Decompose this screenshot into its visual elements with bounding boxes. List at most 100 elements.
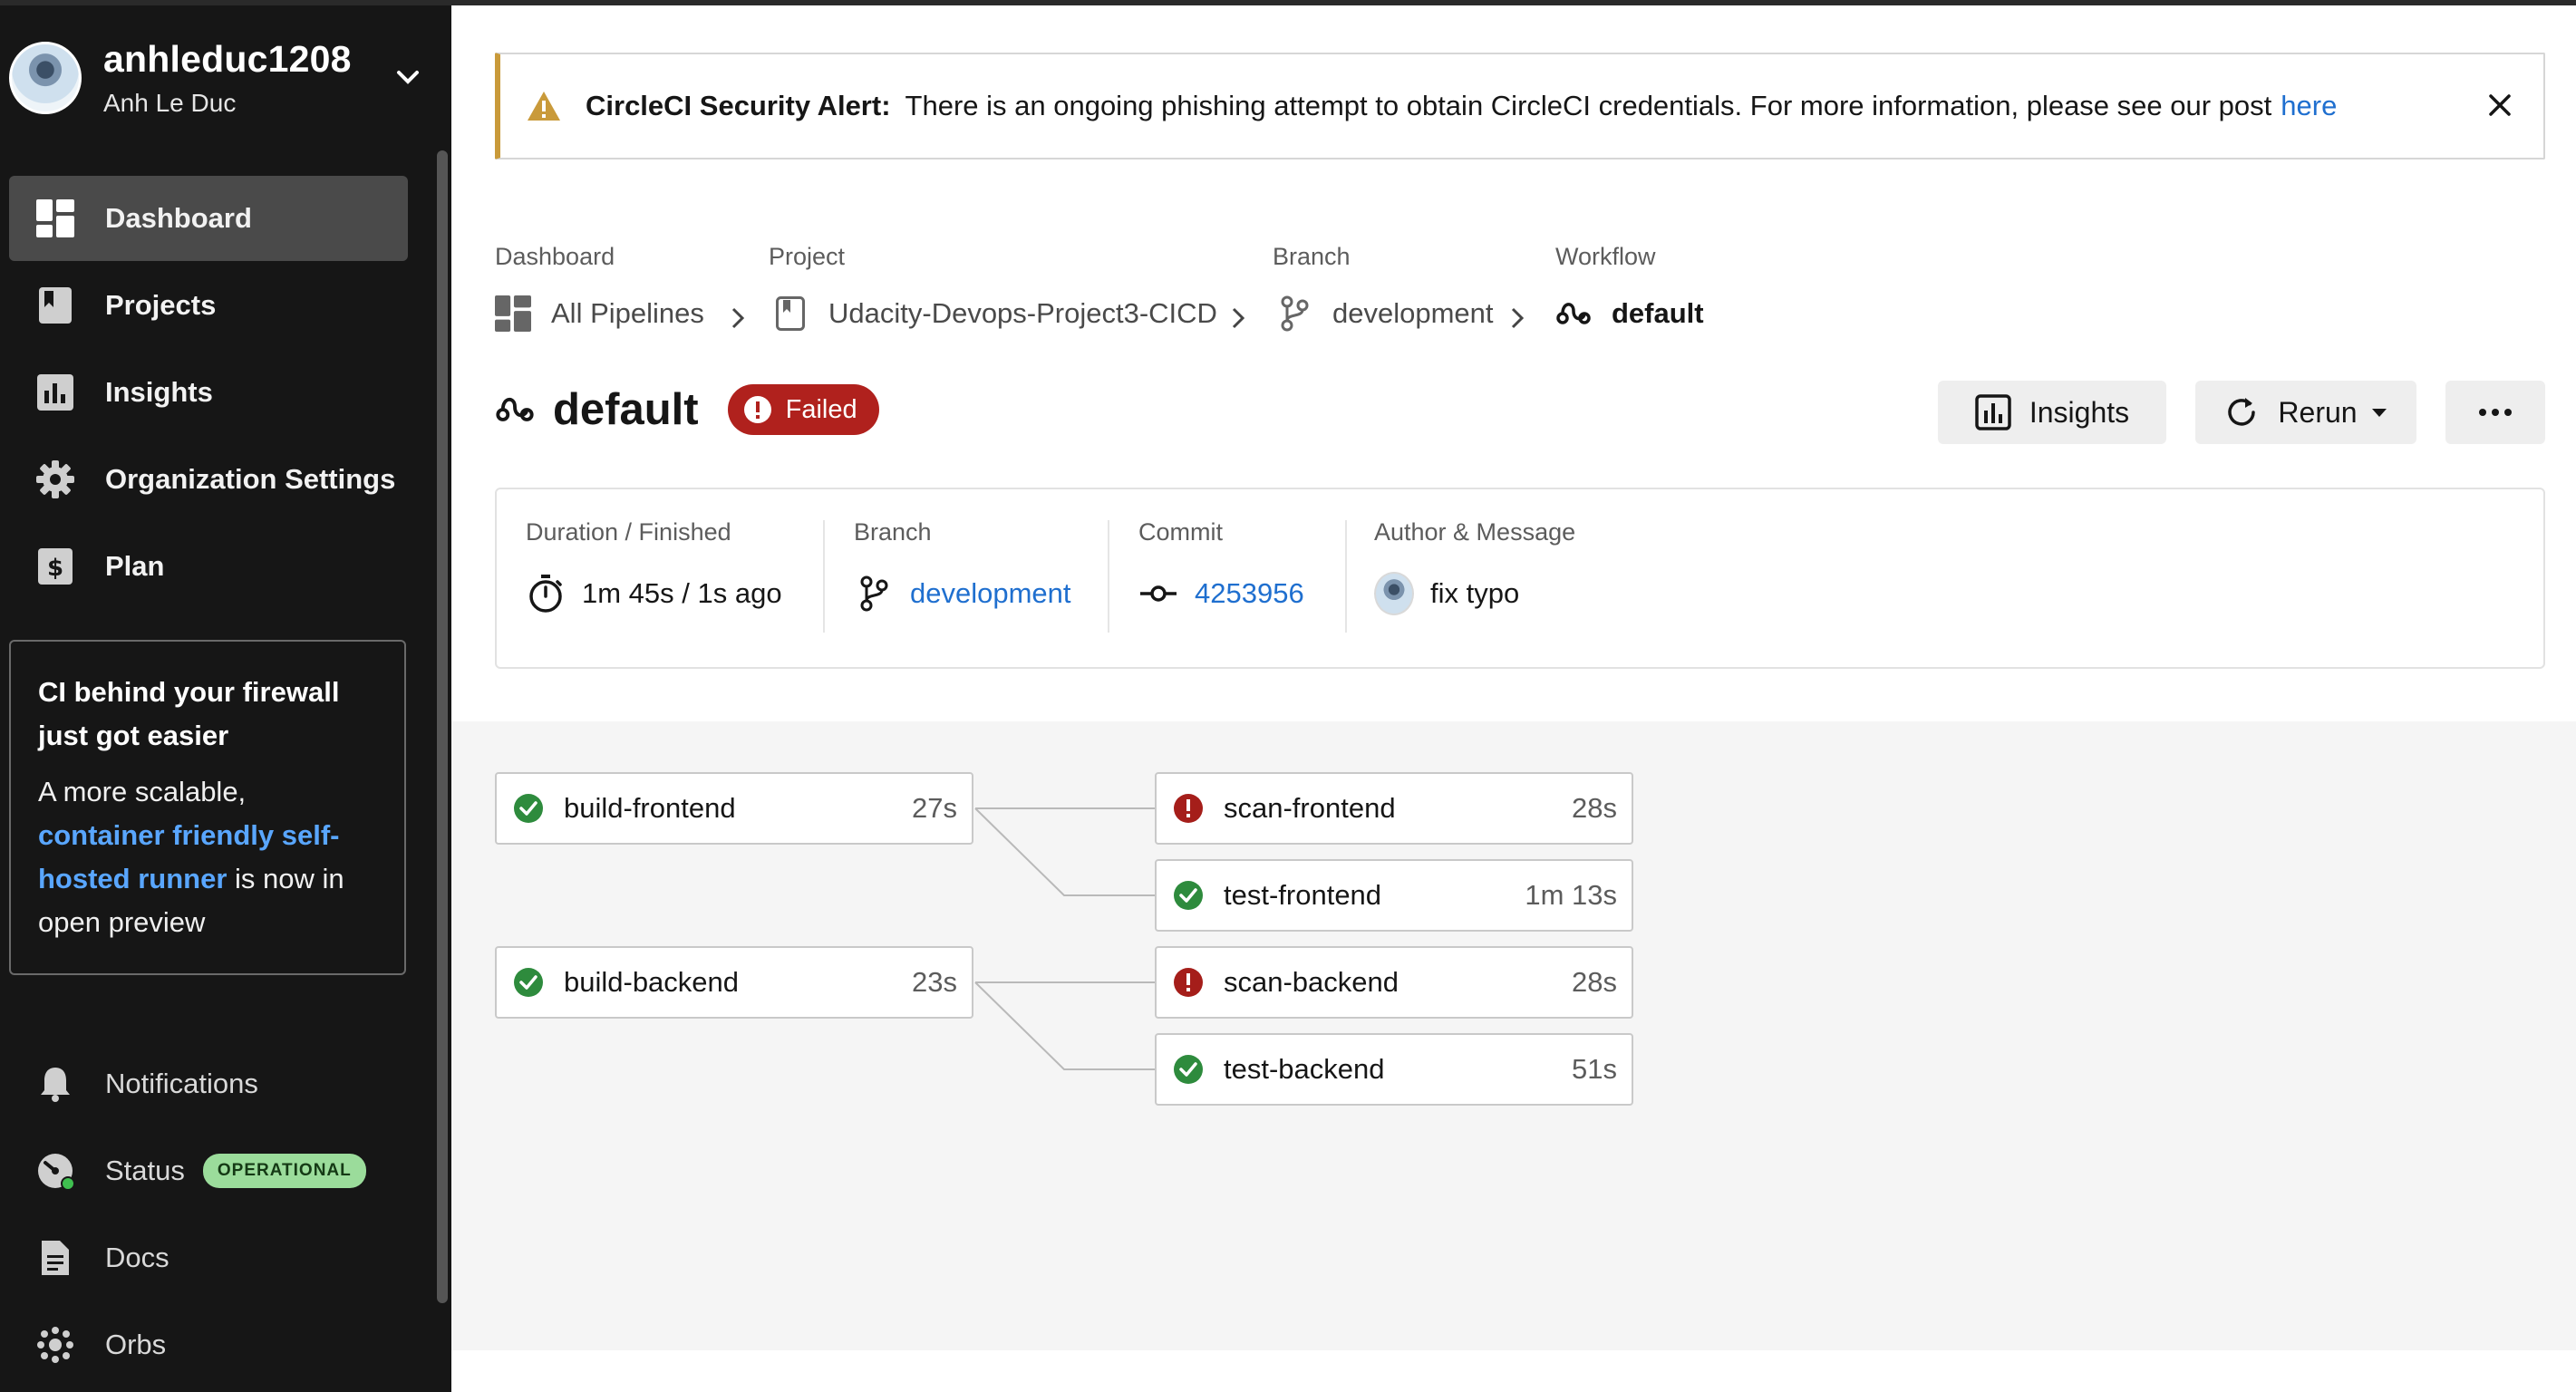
job-name: build-frontend (564, 792, 736, 824)
more-options-icon (2479, 409, 2512, 416)
meta-branch-label: Branch (854, 518, 932, 546)
refresh-icon (2223, 394, 2260, 430)
security-alert-banner: CircleCI Security Alert: There is an ong… (495, 53, 2545, 160)
breadcrumb-all-pipelines[interactable]: All Pipelines (495, 295, 704, 332)
chart-icon (36, 373, 74, 411)
job-test-frontend[interactable]: test-frontend 1m 13s (1155, 859, 1633, 932)
dollar-icon: $ (36, 547, 74, 585)
breadcrumb-branch[interactable]: development (1276, 295, 1494, 332)
svg-text:$: $ (47, 555, 63, 582)
sidebar-item-label: Status (105, 1155, 185, 1186)
warning-icon (528, 92, 560, 121)
breadcrumb-workflow[interactable]: default (1555, 295, 1704, 332)
job-duration: 23s (912, 966, 957, 998)
promo-text-before: A more scalable, (38, 776, 247, 807)
success-check-icon (514, 968, 543, 997)
workflow-summary-card: Duration / Finished 1m 45s / 1s ago Bran… (495, 488, 2545, 669)
job-test-backend[interactable]: test-backend 51s (1155, 1033, 1633, 1106)
workflow-icon (496, 397, 534, 421)
promo-card: CI behind your firewall just got easier … (9, 640, 406, 975)
sidebar-item-notifications[interactable]: Notifications (9, 1040, 408, 1127)
page-title: default (553, 385, 699, 434)
breadcrumb-value: All Pipelines (551, 297, 704, 329)
job-scan-backend[interactable]: scan-backend 28s (1155, 946, 1633, 1019)
stopwatch-icon (526, 574, 566, 614)
job-duration: 1m 13s (1525, 879, 1617, 911)
meta-duration: Duration / Finished 1m 45s / 1s ago (526, 518, 782, 614)
job-build-backend[interactable]: build-backend 23s (495, 946, 973, 1019)
status-gauge-icon (36, 1152, 74, 1190)
orbs-icon (36, 1326, 74, 1364)
alert-link[interactable]: here (2281, 90, 2337, 122)
sidebar-item-plan[interactable]: $ Plan (9, 524, 408, 609)
breadcrumb-value: default (1612, 297, 1704, 329)
meta-commit-label: Commit (1138, 518, 1223, 546)
sidebar-scrollbar[interactable] (437, 150, 448, 1303)
alert-title: CircleCI Security Alert: (586, 90, 891, 121)
breadcrumb-project[interactable]: Udacity-Devops-Project3-CICD (772, 295, 1217, 332)
branch-icon (854, 574, 894, 614)
sidebar-item-dashboard[interactable]: Dashboard (9, 176, 408, 261)
job-name: scan-frontend (1224, 792, 1396, 824)
sidebar-item-projects[interactable]: Projects (9, 263, 408, 348)
main-content: CircleCI Security Alert: There is an ong… (451, 5, 2576, 1392)
bell-icon (36, 1065, 74, 1103)
caret-down-icon (2371, 409, 2387, 417)
meta-commit-link[interactable]: 4253956 (1195, 577, 1304, 610)
breadcrumb-label-project: Project (769, 243, 846, 270)
meta-branch-link[interactable]: development (910, 577, 1071, 610)
success-check-icon (1174, 881, 1203, 910)
more-options-button[interactable] (2445, 381, 2545, 444)
rerun-button-label: Rerun (2278, 395, 2358, 429)
sidebar-item-status[interactable]: Status OPERATIONAL (9, 1127, 408, 1214)
branch-icon (1276, 295, 1312, 332)
failed-icon (1174, 794, 1203, 823)
workflow-header: default Failed (495, 384, 879, 435)
meta-commit-message: fix typo (1430, 577, 1520, 609)
sidebar-item-organization-settings[interactable]: Organization Settings (9, 437, 408, 522)
job-duration: 28s (1572, 792, 1617, 824)
status-badge: Failed (727, 384, 879, 435)
status-badge: OPERATIONAL (202, 1154, 366, 1188)
user-switcher[interactable]: anhleduc1208 Anh Le Duc (9, 38, 435, 118)
promo-title: CI behind your firewall just got easier (38, 676, 340, 751)
chart-icon (1975, 394, 2011, 430)
error-icon (743, 396, 771, 423)
username: anhleduc1208 (103, 38, 352, 80)
meta-branch: Branch development (854, 518, 1071, 614)
sidebar-item-insights[interactable]: Insights (9, 350, 408, 435)
book-icon (36, 286, 74, 324)
breadcrumb-label-branch: Branch (1273, 243, 1351, 270)
job-build-frontend[interactable]: build-frontend 27s (495, 772, 973, 845)
meta-duration-label: Duration / Finished (526, 518, 731, 546)
sidebar-item-orbs[interactable]: Orbs (9, 1301, 408, 1388)
sidebar-item-label: Notifications (105, 1068, 258, 1099)
status-badge-label: Failed (785, 394, 857, 424)
sidebar-item-label: Docs (105, 1242, 169, 1273)
job-name: build-backend (564, 966, 740, 998)
sidebar-item-label: Plan (105, 550, 165, 582)
job-name: test-frontend (1224, 879, 1382, 911)
sidebar-item-docs[interactable]: Docs (9, 1214, 408, 1301)
chevron-down-icon[interactable] (392, 63, 424, 91)
job-duration: 28s (1572, 966, 1617, 998)
meta-author-label: Author & Message (1374, 518, 1576, 546)
alert-message: There is an ongoing phishing attempt to … (905, 90, 2272, 121)
workflow-icon (1555, 295, 1592, 332)
sidebar: anhleduc1208 Anh Le Duc Dashboard Projec… (0, 5, 451, 1392)
job-name: test-backend (1224, 1053, 1385, 1085)
sidebar-item-label: Insights (105, 376, 213, 408)
breadcrumb-label-dashboard: Dashboard (495, 243, 615, 270)
sidebar-item-label: Organization Settings (105, 463, 396, 495)
chevron-right-icon (1511, 307, 1525, 329)
gear-icon (36, 460, 74, 498)
rerun-button[interactable]: Rerun (2195, 381, 2416, 444)
job-duration: 51s (1572, 1053, 1617, 1085)
close-icon[interactable] (2482, 87, 2518, 123)
book-icon (772, 295, 809, 332)
insights-button[interactable]: Insights (1938, 381, 2166, 444)
chevron-right-icon (1232, 307, 1245, 329)
job-scan-frontend[interactable]: scan-frontend 28s (1155, 772, 1633, 845)
dashboard-icon (36, 199, 74, 237)
failed-icon (1174, 968, 1203, 997)
